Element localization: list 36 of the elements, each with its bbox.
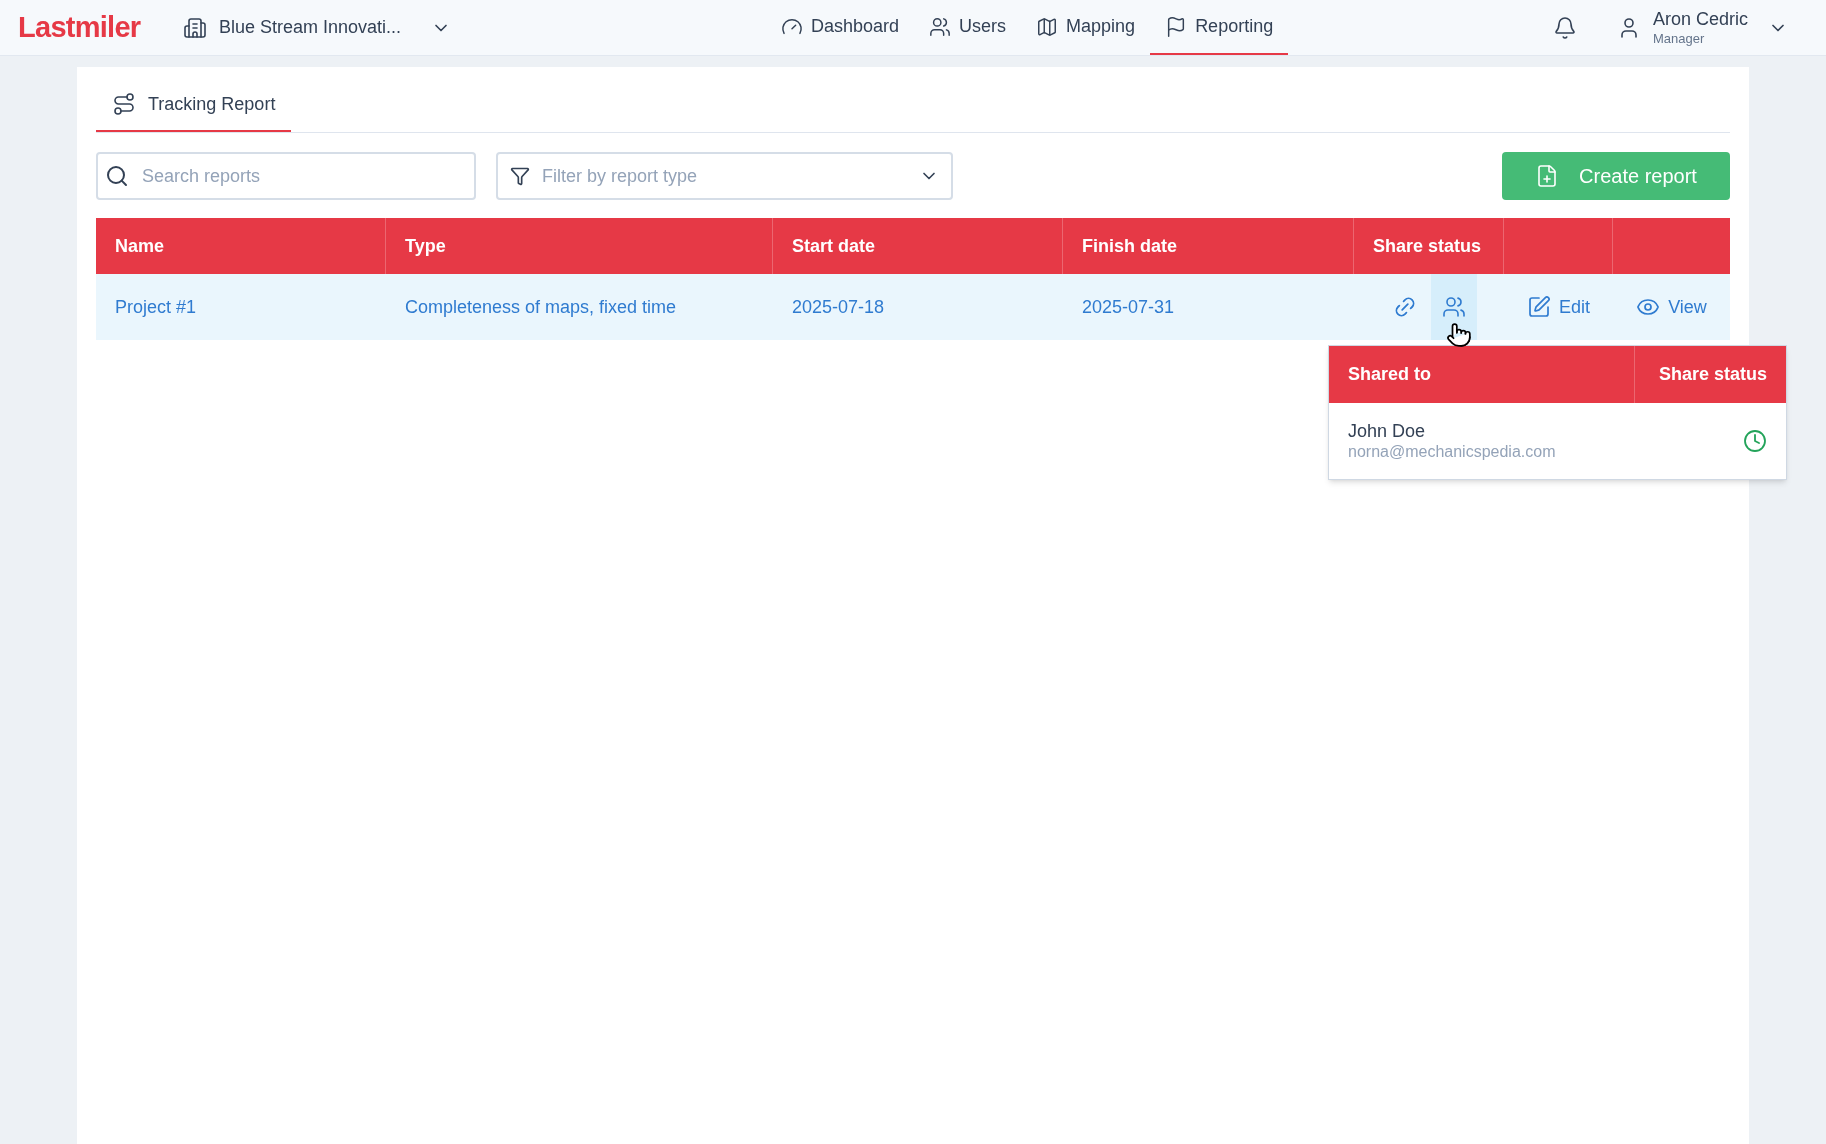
notification-bell-icon[interactable] <box>1552 15 1577 40</box>
search-icon <box>105 164 129 188</box>
column-header: Share status <box>1658 363 1767 386</box>
logo[interactable]: Lastmiler <box>18 5 183 50</box>
table-cell-text: Project #1 <box>115 295 197 319</box>
column-header: Finish date <box>1082 234 1177 258</box>
table-cell-text: 2025-07-31 <box>1082 295 1175 319</box>
user-menu[interactable]: Aron Cedric Manager <box>1616 8 1788 47</box>
organization-selector[interactable]: Blue Stream Innovati... <box>183 14 451 41</box>
nav-link[interactable]: Dashboard <box>766 0 915 55</box>
users-icon <box>929 15 952 38</box>
edit-button[interactable]: Edit <box>1527 293 1590 321</box>
shared-user-email: norna@mechanicspedia.com <box>1348 442 1557 463</box>
pencil-icon <box>1527 295 1551 319</box>
filter-icon <box>510 166 530 186</box>
nav-link[interactable]: Reporting <box>1150 0 1289 55</box>
column-header: Start date <box>792 234 876 258</box>
route-icon <box>112 92 136 116</box>
building-icon <box>183 15 207 40</box>
column-header: Name <box>115 234 165 258</box>
user-role: Manager <box>1652 30 1705 47</box>
nav-link[interactable]: Mapping <box>1021 0 1151 55</box>
column-header: Type <box>405 234 446 258</box>
column-header: Share status <box>1373 234 1482 258</box>
column-header: Shared to <box>1348 363 1431 386</box>
table-cell-text: 2025-07-18 <box>792 295 885 319</box>
user-name: Aron Cedric <box>1652 8 1748 31</box>
table-cell-text: Completeness of maps, fixed time <box>405 295 677 319</box>
map-icon <box>1036 15 1059 38</box>
shared-user-name: John Doe <box>1348 419 1427 443</box>
users-icon <box>1442 295 1466 319</box>
nav-link[interactable]: Users <box>914 0 1022 55</box>
view-button[interactable]: View <box>1636 293 1707 321</box>
tab[interactable]: Tracking Report <box>96 78 292 132</box>
shared-users-button[interactable] <box>1431 274 1477 340</box>
search-field[interactable]: Search reports <box>96 152 476 200</box>
